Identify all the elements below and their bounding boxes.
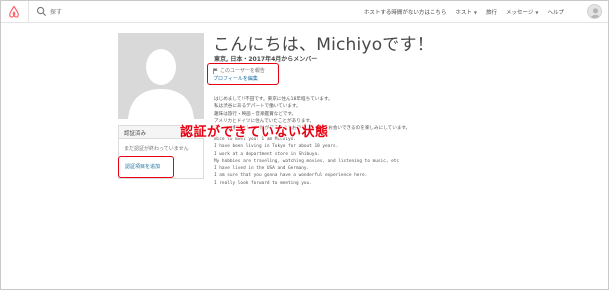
nav-links: ホストする時間がない方はこちら ホスト ▼ 旅行 メッセージ ▼ ヘルプ xyxy=(364,1,564,23)
search-input[interactable] xyxy=(50,5,250,19)
highlight-box-add-verification xyxy=(118,156,174,178)
nav-link-trips[interactable]: 旅行 xyxy=(486,8,497,16)
chevron-down-icon: ▼ xyxy=(535,9,539,15)
user-silhouette-icon xyxy=(118,33,204,119)
bio-line: I really look forward to meeting you. xyxy=(214,180,312,186)
bio-line: 趣味は旅行・映画・音楽鑑賞などです。 xyxy=(214,111,297,117)
nav-divider xyxy=(28,1,29,23)
nav-link-messages[interactable]: メッセージ ▼ xyxy=(506,8,539,17)
user-avatar[interactable] xyxy=(587,4,602,19)
bio-line: はじめまして!!不田です。東京に住ん18年経ちています。 xyxy=(214,97,333,102)
bio-line: I have been living in Tokyo for about 18… xyxy=(214,144,339,150)
bio-line: I am sure that you gonna have a wonderfu… xyxy=(214,173,368,179)
search-icon xyxy=(36,6,47,17)
bio-line: I have lived in the USA and Germany. xyxy=(214,166,310,172)
annotation-label: 認証ができていない状態 xyxy=(180,125,329,140)
bio-line: 私は渋谷にあるデパートで働いています。 xyxy=(214,104,301,110)
bio-english: Nice to meet you! I am Michiyo. I have b… xyxy=(214,136,399,187)
brand-logo-icon[interactable] xyxy=(7,5,21,19)
bio-line: I work at a department store in Shibuya. xyxy=(214,151,320,157)
highlight-box-report-edit xyxy=(207,63,279,85)
nav-link-host[interactable]: ホスト ▼ xyxy=(455,8,477,17)
member-since: 東京, 日本・2017年4月からメンバー xyxy=(214,56,318,63)
page-title: こんにちは、Michiyoです！ xyxy=(213,35,434,55)
nav-link-host-info[interactable]: ホストする時間がない方はこちら xyxy=(364,8,447,16)
user-silhouette-icon xyxy=(590,8,601,18)
chevron-down-icon: ▼ xyxy=(473,9,477,15)
bio-line: My hobbies are traveling, watching movie… xyxy=(214,158,400,164)
profile-photo[interactable] xyxy=(118,33,204,119)
verification-status: まだ認証が終わっていません xyxy=(124,146,189,152)
nav-link-help[interactable]: ヘルプ xyxy=(547,8,564,16)
top-navbar: ホストする時間がない方はこちら ホスト▼ 旅行 メッセージ▼ ヘルプ xyxy=(1,1,608,23)
